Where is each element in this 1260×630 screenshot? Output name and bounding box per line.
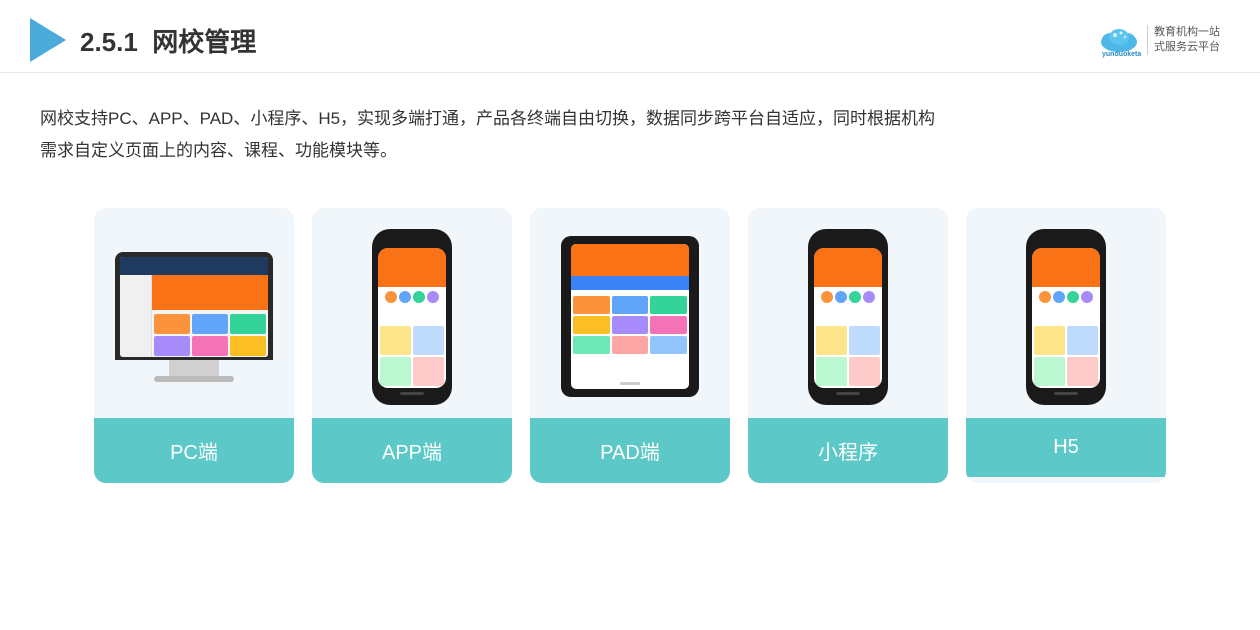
brand-tagline-1: 教育机构一站 xyxy=(1154,25,1220,40)
phone-miniprogram-mockup xyxy=(808,229,888,405)
brand-logo: yunduoketang.com 教育机构一站 式服务云平台 xyxy=(1097,22,1220,58)
monitor-outer xyxy=(115,252,273,360)
card-pad-image xyxy=(530,208,730,418)
pad-screen xyxy=(571,244,689,389)
header-left: 2.5.1 网校管理 xyxy=(30,18,256,62)
description-block: 网校支持PC、APP、PAD、小程序、H5，实现多端打通，产品各终端自由切换，数… xyxy=(0,73,1260,178)
phone-h5-mockup xyxy=(1026,229,1106,405)
card-h5-image xyxy=(966,208,1166,418)
phone-screen-h5 xyxy=(1032,248,1100,388)
phone-home-indicator-mini xyxy=(836,392,860,395)
brand-tagline-2: 式服务云平台 xyxy=(1154,40,1220,55)
pad-outer xyxy=(561,236,699,397)
brand-text: 教育机构一站 式服务云平台 xyxy=(1147,25,1220,56)
page: 2.5.1 网校管理 yunduoketang.com 教育机构一站 式服务云平… xyxy=(0,0,1260,630)
monitor-base xyxy=(154,376,234,382)
card-pc-label: PC端 xyxy=(94,418,294,483)
description-line1: 网校支持PC、APP、PAD、小程序、H5，实现多端打通，产品各终端自由切换，数… xyxy=(40,103,1220,135)
card-miniprogram-image xyxy=(748,208,948,418)
phone-screen-mini xyxy=(814,248,882,388)
phone-screen xyxy=(378,248,446,388)
phone-outer-h5 xyxy=(1026,229,1106,405)
card-miniprogram: 小程序 xyxy=(748,208,948,483)
phone-notch xyxy=(400,239,424,244)
section-number: 2.5.1 xyxy=(80,27,138,57)
phone-notch-h5 xyxy=(1054,239,1078,244)
card-app-label: APP端 xyxy=(312,418,512,483)
card-pc: PC端 xyxy=(94,208,294,483)
card-pad-label: PAD端 xyxy=(530,418,730,483)
header: 2.5.1 网校管理 yunduoketang.com 教育机构一站 式服务云平… xyxy=(0,0,1260,73)
phone-home-indicator xyxy=(400,392,424,395)
phone-home-indicator-h5 xyxy=(1054,392,1078,395)
card-app: APP端 xyxy=(312,208,512,483)
card-h5-label: H5 xyxy=(966,418,1166,477)
description-line2: 需求自定义页面上的内容、课程、功能模块等。 xyxy=(40,135,1220,167)
page-title: 2.5.1 网校管理 xyxy=(80,22,256,59)
monitor-stand xyxy=(169,360,219,376)
phone-app-mockup xyxy=(372,229,452,405)
cards-container: PC端 xyxy=(0,178,1260,513)
card-pad: PAD端 xyxy=(530,208,730,483)
svg-text:yunduoketang.com: yunduoketang.com xyxy=(1102,51,1141,58)
logo-arrow-icon xyxy=(30,18,66,62)
phone-notch-mini xyxy=(836,239,860,244)
title-text: 网校管理 xyxy=(152,27,256,57)
card-miniprogram-label: 小程序 xyxy=(748,418,948,483)
card-h5: H5 xyxy=(966,208,1166,483)
phone-outer-mini xyxy=(808,229,888,405)
card-app-image xyxy=(312,208,512,418)
monitor-screen xyxy=(120,257,268,357)
card-pc-image xyxy=(94,208,294,418)
brand-cloud-icon: yunduoketang.com xyxy=(1097,22,1141,58)
pc-monitor-mockup xyxy=(115,252,273,382)
pad-mockup xyxy=(561,236,699,397)
phone-outer xyxy=(372,229,452,405)
